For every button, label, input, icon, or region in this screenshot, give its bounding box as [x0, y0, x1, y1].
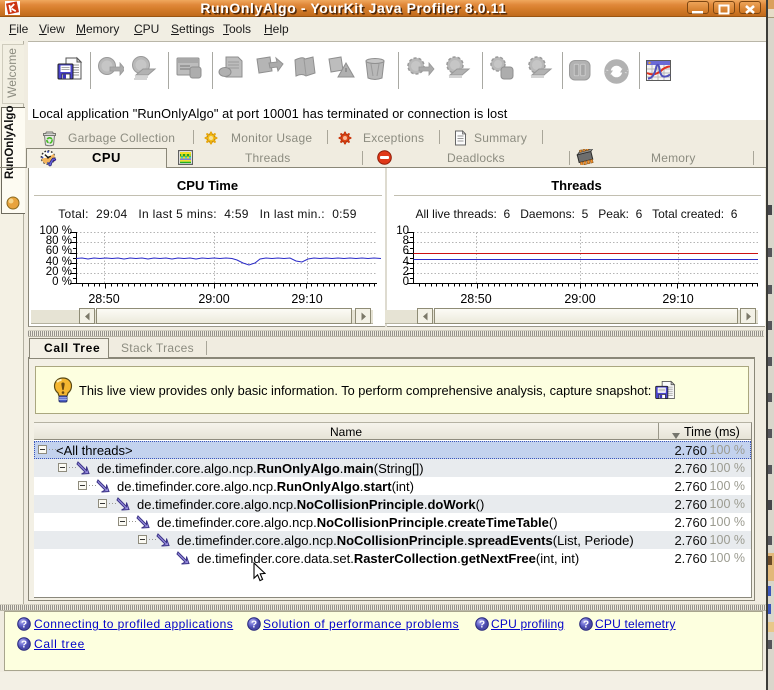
svg-text:?: ? — [21, 620, 27, 631]
svg-text:?: ? — [251, 620, 257, 631]
svg-text:?: ? — [479, 620, 485, 631]
svg-text:?: ? — [583, 620, 589, 631]
svg-text:?: ? — [21, 640, 27, 651]
